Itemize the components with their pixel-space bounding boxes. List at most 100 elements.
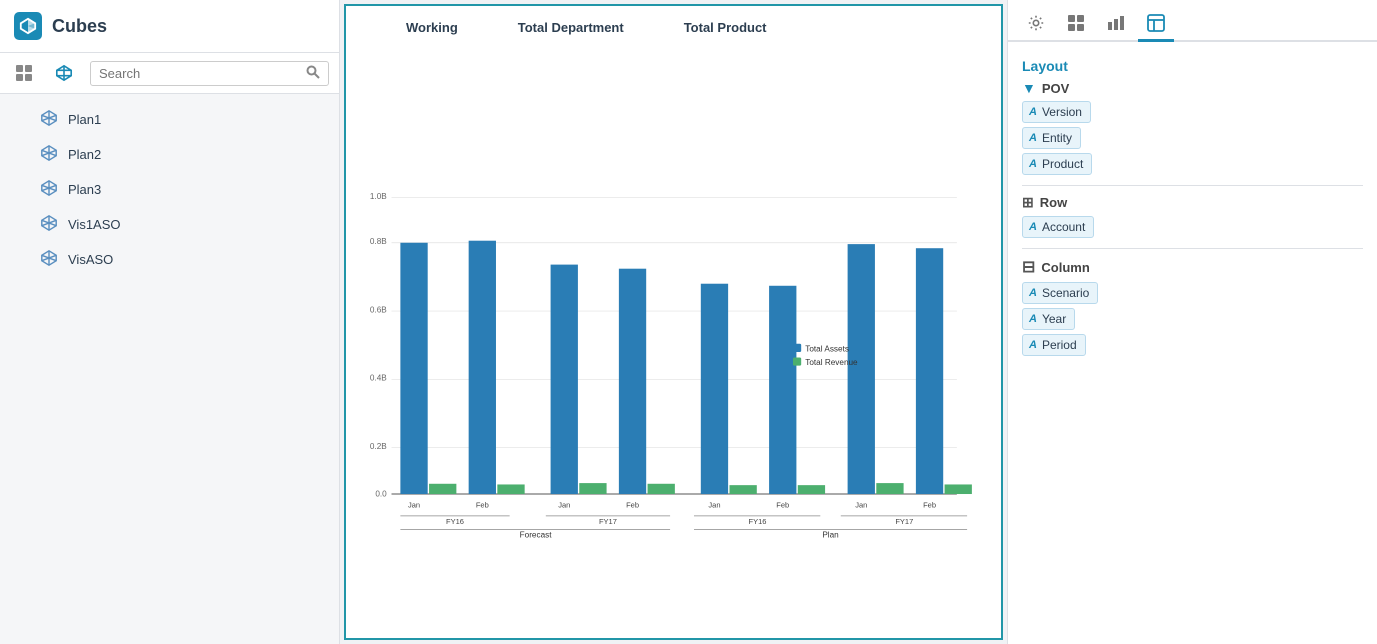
row-icon: ⊞	[1022, 194, 1034, 211]
search-box[interactable]	[90, 61, 329, 86]
column-period-label: Period	[1042, 338, 1077, 352]
sidebar: Cubes	[0, 0, 340, 644]
cube-item-label: Plan3	[68, 182, 101, 197]
cube-item-icon	[40, 214, 58, 235]
divider-1	[1022, 185, 1363, 186]
bar-plan-fy17-jan-assets	[848, 244, 875, 494]
svg-text:Forecast: Forecast	[520, 531, 553, 540]
cube-item-icon	[40, 109, 58, 130]
search-icon[interactable]	[306, 65, 320, 82]
cube-item-label: Plan2	[68, 147, 101, 162]
sidebar-item-plan1[interactable]: Plan1	[0, 102, 339, 137]
bar-forecast-fy17-jan-assets	[551, 265, 578, 494]
bar-forecast-fy17-feb-assets	[619, 269, 646, 494]
right-panel-body: Layout ▼ POV A Version A Entity A Produc…	[1008, 42, 1377, 644]
bar-forecast-fy16-jan-revenue	[429, 484, 456, 494]
cube-item-label: Plan1	[68, 112, 101, 127]
account-type-icon: A	[1029, 221, 1037, 233]
svg-text:0.4B: 0.4B	[370, 374, 387, 383]
layout-section-title: Layout	[1022, 58, 1363, 74]
svg-text:0.0: 0.0	[375, 490, 387, 499]
tab-settings[interactable]	[1018, 6, 1054, 42]
svg-text:Feb: Feb	[776, 501, 789, 510]
right-panel: Layout ▼ POV A Version A Entity A Produc…	[1007, 0, 1377, 644]
svg-text:FY16: FY16	[446, 517, 464, 526]
svg-text:Jan: Jan	[558, 501, 570, 510]
row-header: ⊞ Row	[1022, 194, 1363, 211]
row-section: ⊞ Row A Account	[1022, 194, 1363, 238]
column-label: Column	[1041, 260, 1089, 275]
column-section: ⊟ Column A Scenario A Year A Period	[1022, 257, 1363, 356]
pov-entity-tag: A Entity	[1022, 127, 1081, 149]
bar-chart: 1.0B 0.8B 0.6B 0.4B 0.2B 0.0	[356, 46, 991, 638]
svg-text:0.6B: 0.6B	[370, 305, 387, 314]
tab-chart[interactable]	[1098, 6, 1134, 42]
column-period-tag: A Period	[1022, 334, 1086, 356]
divider-2	[1022, 248, 1363, 249]
sidebar-header: Cubes	[0, 0, 339, 53]
right-panel-tabs	[1008, 0, 1377, 42]
bar-plan-fy16-jan-assets	[701, 284, 728, 494]
svg-text:Feb: Feb	[923, 501, 936, 510]
app-title: Cubes	[52, 16, 107, 37]
year-type-icon: A	[1029, 313, 1037, 325]
tab-layout[interactable]	[1138, 6, 1174, 42]
bar-plan-fy16-feb-revenue	[798, 485, 825, 494]
sidebar-item-visaso[interactable]: VisASO	[0, 242, 339, 277]
bar-forecast-fy16-jan-assets	[400, 243, 427, 494]
column-year-tag: A Year	[1022, 308, 1075, 330]
sidebar-item-plan2[interactable]: Plan2	[0, 137, 339, 172]
tab-grid[interactable]	[1058, 6, 1094, 42]
search-input[interactable]	[99, 66, 302, 81]
svg-text:FY17: FY17	[599, 517, 617, 526]
cube-list: Plan1 Plan2 Plan3	[0, 94, 339, 644]
svg-text:Total Revenue: Total Revenue	[805, 358, 858, 367]
bar-plan-fy17-feb-revenue	[945, 484, 972, 494]
main-content: Working Total Department Total Product 1…	[344, 4, 1003, 640]
cube-item-label: Vis1ASO	[68, 217, 121, 232]
bar-forecast-fy17-jan-revenue	[579, 483, 606, 494]
cube-item-icon	[40, 179, 58, 200]
app-logo	[14, 12, 42, 40]
column-scenario-label: Scenario	[1042, 286, 1089, 300]
pov-product-label: Product	[1042, 157, 1083, 171]
row-account-label: Account	[1042, 220, 1085, 234]
svg-text:FY17: FY17	[895, 517, 913, 526]
svg-text:Feb: Feb	[626, 501, 639, 510]
version-type-icon: A	[1029, 106, 1037, 118]
pov-version-label: Version	[1042, 105, 1082, 119]
column-year-label: Year	[1042, 312, 1066, 326]
row-label: Row	[1040, 195, 1067, 210]
bar-forecast-fy17-feb-revenue	[648, 484, 675, 494]
column-icon: ⊟	[1022, 257, 1035, 277]
svg-text:FY16: FY16	[749, 517, 767, 526]
chart-header-working: Working	[406, 20, 458, 35]
column-scenario-tag: A Scenario	[1022, 282, 1098, 304]
grid-nav-icon[interactable]	[10, 59, 38, 87]
cube-item-icon	[40, 249, 58, 270]
sidebar-item-plan3[interactable]: Plan3	[0, 172, 339, 207]
entity-type-icon: A	[1029, 132, 1037, 144]
svg-text:Plan: Plan	[822, 531, 839, 540]
chart-header-total-dept: Total Department	[518, 20, 624, 35]
bar-plan-fy17-jan-revenue	[876, 483, 903, 494]
svg-text:Jan: Jan	[855, 501, 867, 510]
cube-item-label: VisASO	[68, 252, 113, 267]
bar-forecast-fy16-feb-revenue	[497, 484, 524, 494]
cube-nav-icon[interactable]	[50, 59, 78, 87]
pov-label: POV	[1042, 81, 1069, 96]
pov-section: ▼ POV A Version A Entity A Product	[1022, 80, 1363, 175]
pov-version-tag: A Version	[1022, 101, 1091, 123]
bar-plan-fy16-jan-revenue	[729, 485, 756, 494]
svg-text:1.0B: 1.0B	[370, 192, 387, 201]
svg-text:Feb: Feb	[476, 501, 489, 510]
svg-text:Total Assets: Total Assets	[805, 344, 849, 353]
bar-forecast-fy16-feb-assets	[469, 241, 496, 494]
bar-plan-fy16-feb-assets	[769, 286, 796, 494]
sidebar-item-vis1aso[interactable]: Vis1ASO	[0, 207, 339, 242]
pov-header: ▼ POV	[1022, 80, 1363, 96]
svg-text:Jan: Jan	[708, 501, 720, 510]
chart-header-total-product: Total Product	[684, 20, 767, 35]
sidebar-icons-row	[0, 53, 339, 94]
row-account-tag: A Account	[1022, 216, 1094, 238]
